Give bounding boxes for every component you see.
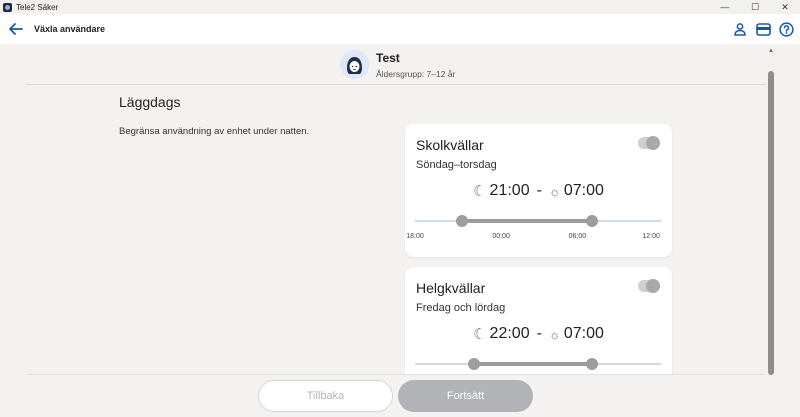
- back-button[interactable]: [4, 17, 28, 41]
- help-button[interactable]: [776, 18, 796, 40]
- scrollbar-thumb[interactable]: [768, 71, 774, 375]
- help-icon: [778, 21, 794, 37]
- time-range: ☾ 22:00 - ☼ 07:00: [405, 325, 672, 343]
- app-logo-icon: [3, 2, 12, 12]
- profile-button[interactable]: [730, 18, 750, 40]
- tick-label: 06:00: [568, 233, 587, 240]
- time-range-slider[interactable]: [415, 214, 661, 228]
- continue-button[interactable]: Fortsätt: [398, 380, 533, 412]
- time-separator: -: [536, 182, 542, 199]
- footer-bar: Tillbaka Fortsätt: [26, 374, 766, 417]
- main-content: Test Åldersgrupp: 7–12 år Läggdags Begrä…: [26, 44, 766, 374]
- wallet-button[interactable]: [753, 18, 773, 40]
- end-time: 07:00: [563, 325, 604, 342]
- schedule-toggle[interactable]: [638, 279, 660, 293]
- moon-icon: ☾: [473, 326, 487, 343]
- card-days: Fredag och lördag: [416, 302, 506, 314]
- section-title: Läggdags: [119, 94, 181, 110]
- profile-header: Test Åldersgrupp: 7–12 år: [26, 44, 766, 85]
- header-actions: [730, 18, 796, 40]
- window-controls: — ☐ ✕: [710, 0, 800, 14]
- slider-end-handle[interactable]: [586, 215, 599, 227]
- end-time: 07:00: [563, 182, 604, 199]
- schedule-toggle[interactable]: [638, 136, 660, 150]
- user-icon: [734, 23, 746, 36]
- card-title: Helgkvällar: [416, 280, 486, 296]
- card-title: Skolkvällar: [416, 137, 484, 153]
- card-days: Söndag–torsdag: [416, 159, 497, 171]
- profile-age-group: Åldersgrupp: 7–12 år: [376, 69, 456, 79]
- close-button[interactable]: ✕: [770, 0, 800, 14]
- slider-start-handle[interactable]: [455, 215, 468, 227]
- slider-start-handle[interactable]: [468, 358, 481, 370]
- wallet-icon: [755, 23, 771, 36]
- avatar: [340, 50, 369, 79]
- start-time: 21:00: [489, 182, 530, 199]
- back-step-button[interactable]: Tillbaka: [258, 380, 393, 412]
- tick-label: 12:00: [642, 233, 660, 240]
- minimize-button[interactable]: —: [710, 0, 740, 14]
- tick-label: 00:00: [492, 233, 510, 240]
- start-time: 22:00: [489, 325, 530, 342]
- slider-range: [461, 219, 593, 223]
- bedtime-card-school-nights: Skolkvällar Söndag–torsdag ☾ 21:00 - ☼ 0…: [405, 124, 672, 257]
- bedtime-card-weekend-nights: Helgkvällar Fredag och lördag ☾ 22:00 - …: [405, 267, 672, 374]
- window-title: Tele2 Säker: [16, 2, 59, 12]
- page-title: Växla användare: [34, 24, 106, 34]
- slider-range: [474, 362, 593, 366]
- toggle-knob: [646, 136, 660, 150]
- time-separator: -: [536, 325, 542, 342]
- time-range: ☾ 21:00 - ☼ 07:00: [405, 182, 672, 200]
- maximize-button[interactable]: ☐: [740, 0, 770, 14]
- slider-end-handle[interactable]: [586, 358, 599, 370]
- child-avatar-icon: [340, 50, 369, 79]
- tick-label: 18:00: [406, 233, 424, 240]
- app-header: Växla användare: [0, 14, 800, 44]
- sun-icon: ☼: [548, 183, 561, 199]
- back-arrow-icon: [9, 23, 23, 35]
- vertical-scrollbar[interactable]: ▲: [766, 44, 776, 375]
- scroll-up-arrow-icon[interactable]: ▲: [766, 48, 776, 54]
- time-range-slider[interactable]: [415, 357, 661, 371]
- moon-icon: ☾: [473, 183, 487, 200]
- toggle-knob: [646, 279, 660, 293]
- window-titlebar: Tele2 Säker — ☐ ✕: [0, 0, 800, 14]
- section-description: Begränsa användning av enhet under natte…: [119, 126, 310, 137]
- sun-icon: ☼: [548, 326, 561, 342]
- profile-name: Test: [376, 51, 400, 65]
- slider-ticks: 18:00 00:00 06:00 12:00: [406, 233, 661, 243]
